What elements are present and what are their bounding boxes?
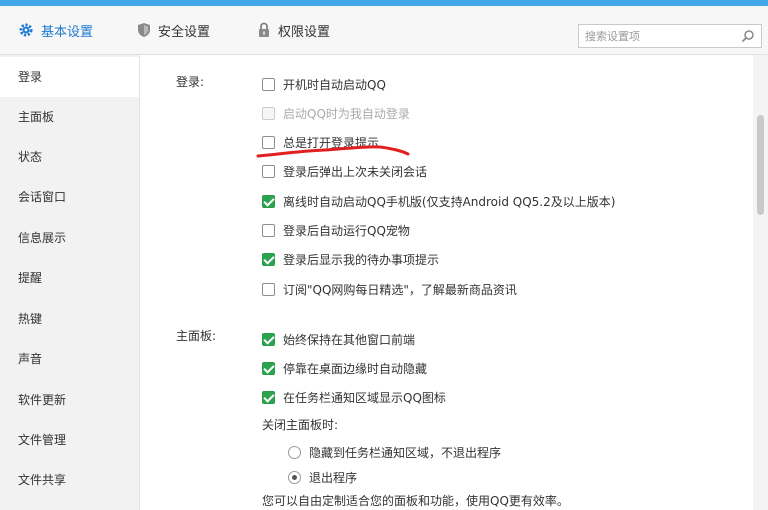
settings-search-box <box>578 24 762 48</box>
checkbox <box>262 107 275 120</box>
option-label: 始终保持在其他窗口前端 <box>283 333 416 347</box>
option-label: 开机时自动启动QQ <box>283 78 386 92</box>
search-input[interactable] <box>579 25 741 47</box>
radio-button[interactable] <box>288 446 301 459</box>
option-label: 订阅"QQ网购每日精选"，了解最新商品资讯 <box>283 283 517 297</box>
red-underline-annotation <box>256 145 410 158</box>
sidebar-item-info-display[interactable]: 信息展示 <box>0 218 139 258</box>
settings-tab-bar: 基本设置 安全设置 权限设置 <box>0 6 768 55</box>
option-label: 启动QQ时为我自动登录 <box>283 107 410 121</box>
checkbox[interactable] <box>262 333 275 346</box>
gear-icon <box>19 23 33 37</box>
tab-permission-settings[interactable]: 权限设置 <box>257 6 330 54</box>
option-show-todo-tip[interactable]: 登录后显示我的待办事项提示 <box>262 251 439 268</box>
option-always-on-top[interactable]: 始终保持在其他窗口前端 <box>262 331 415 348</box>
sidebar-item-chat-window[interactable]: 会话窗口 <box>0 177 139 217</box>
option-restore-last-sessions[interactable]: 登录后弹出上次未关闭会话 <box>262 163 427 180</box>
option-subscribe-daily-picks[interactable]: 订阅"QQ网购每日精选"，了解最新商品资讯 <box>262 281 517 298</box>
sidebar-item-reminders[interactable]: 提醒 <box>0 258 139 298</box>
option-label: 隐藏到任务栏通知区域，不退出程序 <box>309 446 502 460</box>
option-run-qq-pet[interactable]: 登录后自动运行QQ宠物 <box>262 222 410 239</box>
scrollbar-thumb[interactable] <box>757 115 764 215</box>
lock-icon <box>259 22 269 37</box>
option-label: 退出程序 <box>309 471 358 485</box>
checkbox[interactable] <box>262 283 275 296</box>
sidebar-item-software-update[interactable]: 软件更新 <box>0 380 139 420</box>
settings-sidebar: 登录 主面板 状态 会话窗口 信息展示 提醒 热键 声音 软件更新 文件管理 文… <box>0 55 140 510</box>
sidebar-item-hotkeys[interactable]: 热键 <box>0 299 139 339</box>
checkbox[interactable] <box>262 362 275 375</box>
tab-label: 基本设置 <box>41 24 94 40</box>
sidebar-item-sound[interactable]: 声音 <box>0 339 139 379</box>
checkbox[interactable] <box>262 195 275 208</box>
option-hide-to-tray[interactable]: 隐藏到任务栏通知区域，不退出程序 <box>288 444 501 461</box>
settings-content: 登录: 开机时自动启动QQ 启动QQ时为我自动登录 总是打开登录提示 登录后弹出… <box>140 55 753 510</box>
search-icon[interactable] <box>741 29 755 43</box>
vertical-scrollbar[interactable] <box>753 55 768 510</box>
radio-button[interactable] <box>288 471 301 484</box>
tab-basic-settings[interactable]: 基本设置 <box>18 6 93 54</box>
close-panel-label: 关闭主面板时: <box>262 418 339 432</box>
option-show-tray-icon[interactable]: 在任务栏通知区域显示QQ图标 <box>262 389 446 406</box>
option-label: 停靠在桌面边缘时自动隐藏 <box>283 362 428 376</box>
sidebar-item-main-panel[interactable]: 主面板 <box>0 97 139 137</box>
shield-icon <box>138 23 150 37</box>
checkbox[interactable] <box>262 253 275 266</box>
main-panel-section-label: 主面板: <box>176 329 217 343</box>
option-label: 登录后显示我的待办事项提示 <box>283 253 440 267</box>
sidebar-item-status[interactable]: 状态 <box>0 137 139 177</box>
checkbox[interactable] <box>262 78 275 91</box>
option-label: 登录后弹出上次未关闭会话 <box>283 165 428 179</box>
sidebar-item-file-management[interactable]: 文件管理 <box>0 420 139 460</box>
login-section-label: 登录: <box>176 75 205 89</box>
sidebar-item-file-sharing[interactable]: 文件共享 <box>0 460 139 500</box>
option-exit-program[interactable]: 退出程序 <box>288 469 357 486</box>
sidebar-item-login[interactable]: 登录 <box>0 57 139 97</box>
option-auto-hide-at-edge[interactable]: 停靠在桌面边缘时自动隐藏 <box>262 360 427 377</box>
tab-label: 安全设置 <box>158 24 211 40</box>
tab-label: 权限设置 <box>278 24 331 40</box>
checkbox[interactable] <box>262 391 275 404</box>
option-auto-login: 启动QQ时为我自动登录 <box>262 105 410 122</box>
option-label: 登录后自动运行QQ宠物 <box>283 224 410 238</box>
option-auto-start-on-boot[interactable]: 开机时自动启动QQ <box>262 76 386 93</box>
option-offline-mobile-qq[interactable]: 离线时自动启动QQ手机版(仅支持Android QQ5.2及以上版本) <box>262 193 615 210</box>
tab-security-settings[interactable]: 安全设置 <box>137 6 210 54</box>
checkbox[interactable] <box>262 165 275 178</box>
panel-customize-hint: 您可以自由定制适合您的面板和功能，使用QQ更有效率。 <box>262 494 569 508</box>
option-label: 在任务栏通知区域显示QQ图标 <box>283 391 446 405</box>
option-label: 离线时自动启动QQ手机版(仅支持Android QQ5.2及以上版本) <box>283 195 616 209</box>
checkbox[interactable] <box>262 224 275 237</box>
